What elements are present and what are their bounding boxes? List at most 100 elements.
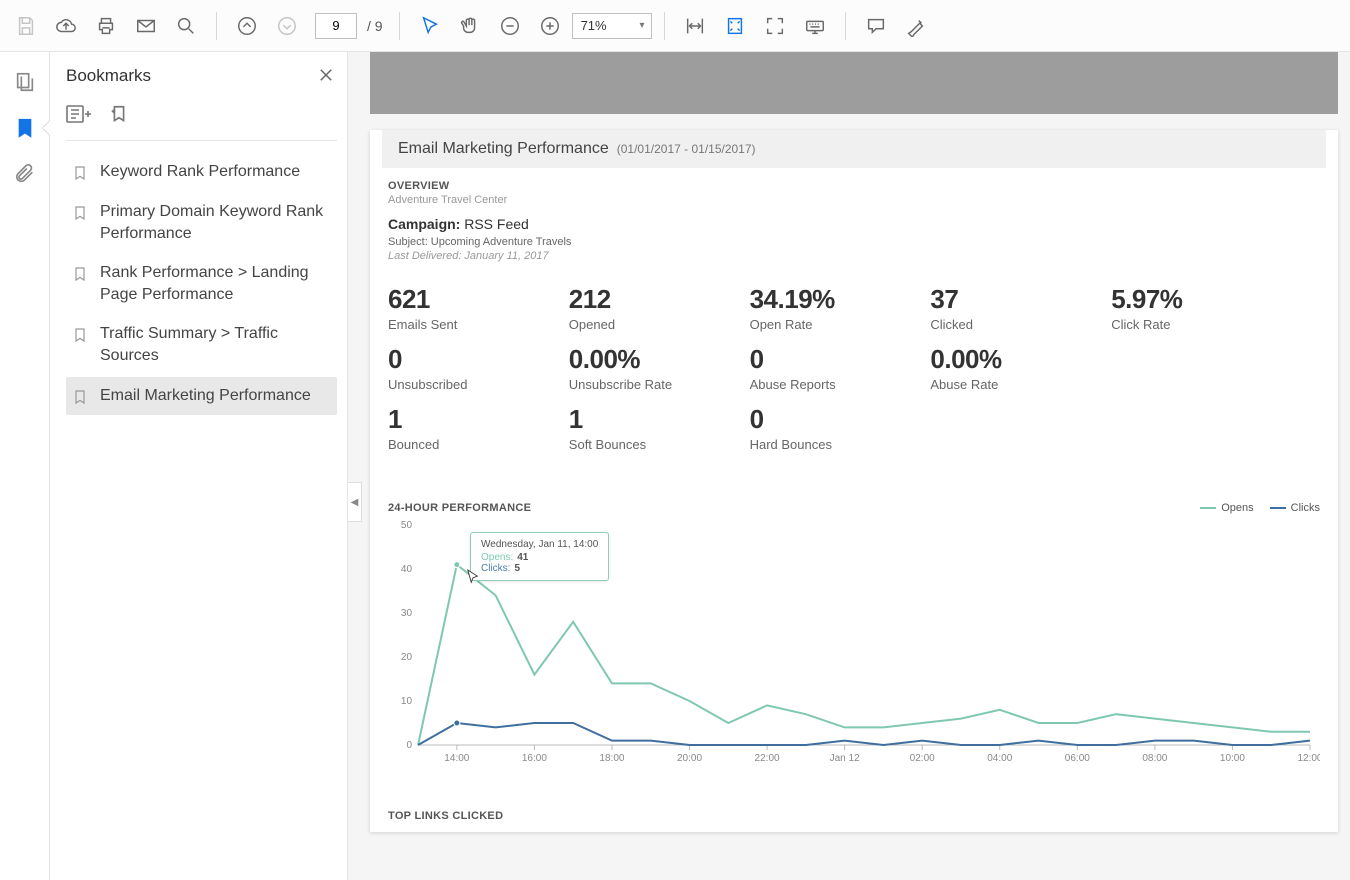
page-up-icon[interactable] [229, 8, 265, 44]
company-name: Adventure Travel Center [388, 194, 1320, 206]
svg-text:06:00: 06:00 [1065, 753, 1090, 764]
cursor-icon [466, 568, 480, 586]
performance-chart: 0102030405014:0016:0018:0020:0022:00Jan … [388, 520, 1320, 770]
bookmarks-icon[interactable] [11, 114, 39, 142]
bookmark-item[interactable]: Keyword Rank Performance [66, 153, 337, 191]
svg-text:20:00: 20:00 [677, 753, 702, 764]
chart-tooltip: Wednesday, Jan 11, 14:00 Opens:41 Clicks… [470, 532, 609, 581]
metric-value: 1 [388, 404, 549, 435]
metric-value: 0.00% [930, 344, 1091, 375]
svg-text:20: 20 [401, 652, 413, 663]
highlight-icon[interactable] [898, 8, 934, 44]
metric: 0 Hard Bounces [750, 404, 911, 452]
svg-text:50: 50 [401, 520, 413, 531]
svg-text:30: 30 [401, 608, 413, 619]
keyboard-icon[interactable] [797, 8, 833, 44]
search-icon[interactable] [168, 8, 204, 44]
toolbar: / 9 71% [0, 0, 1350, 52]
bookmark-item[interactable]: Email Marketing Performance [66, 377, 337, 415]
attachments-icon[interactable] [11, 160, 39, 188]
bookmark-icon [72, 203, 90, 223]
bookmark-item[interactable]: Traffic Summary > Traffic Sources [66, 315, 337, 374]
bookmark-label: Primary Domain Keyword Rank Performance [100, 201, 331, 244]
bookmarks-panel: Bookmarks Keyword Rank PerformancePrimar… [50, 52, 348, 880]
page-total-label: / 9 [367, 18, 383, 34]
metric-label: Unsubscribe Rate [569, 377, 730, 392]
metric-label: Emails Sent [388, 317, 549, 332]
metric-label: Bounced [388, 437, 549, 452]
metric-value: 0 [388, 344, 549, 375]
previous-page-edge [370, 52, 1338, 114]
svg-text:02:00: 02:00 [910, 753, 935, 764]
print-icon[interactable] [88, 8, 124, 44]
bookmark-icon [72, 264, 90, 284]
thumbnails-icon[interactable] [11, 68, 39, 96]
zoom-in-icon[interactable] [532, 8, 568, 44]
bookmark-item[interactable]: Rank Performance > Landing Page Performa… [66, 254, 337, 313]
bookmark-label: Keyword Rank Performance [100, 161, 300, 183]
bookmark-label: Traffic Summary > Traffic Sources [100, 323, 331, 366]
metric: 5.97% Click Rate [1111, 284, 1272, 332]
campaign-line: Campaign: RSS Feed [388, 216, 1320, 232]
bookmark-icon [72, 325, 90, 345]
metric-label: Clicked [930, 317, 1091, 332]
pdf-page: Email Marketing Performance (01/01/2017 … [370, 130, 1338, 832]
metric: 621 Emails Sent [388, 284, 549, 332]
metric-label: Hard Bounces [750, 437, 911, 452]
select-tool-icon[interactable] [412, 8, 448, 44]
metric-label: Open Rate [750, 317, 911, 332]
metric-value: 37 [930, 284, 1091, 315]
comment-icon[interactable] [858, 8, 894, 44]
metric-label: Opened [569, 317, 730, 332]
bookmark-icon [72, 387, 90, 407]
bookmark-item[interactable]: Primary Domain Keyword Rank Performance [66, 193, 337, 252]
metric: 0 Unsubscribed [388, 344, 549, 392]
collapse-sidebar-icon[interactable]: ◀ [348, 482, 362, 522]
cloud-upload-icon[interactable] [48, 8, 84, 44]
overview-label: OVERVIEW [388, 180, 1320, 192]
metric-value: 5.97% [1111, 284, 1272, 315]
svg-text:16:00: 16:00 [522, 753, 547, 764]
zoom-out-icon[interactable] [492, 8, 528, 44]
fit-width-icon[interactable] [677, 8, 713, 44]
metric: 0Abuse Reports [750, 344, 911, 392]
document-viewer[interactable]: ◀ Email Marketing Performance (01/01/201… [348, 52, 1350, 880]
report-date-range: (01/01/2017 - 01/15/2017) [617, 142, 756, 156]
metric: 1Soft Bounces [569, 404, 730, 452]
metric: 37 Clicked [930, 284, 1091, 332]
close-panel-icon[interactable] [317, 66, 337, 86]
metric: 1 Bounced [388, 404, 549, 452]
metric-value: 212 [569, 284, 730, 315]
svg-text:22:00: 22:00 [755, 753, 780, 764]
svg-text:12:00: 12:00 [1297, 753, 1320, 764]
toplinks-title: TOP LINKS CLICKED [388, 810, 1320, 822]
chart-title: 24-HOUR PERFORMANCE [388, 502, 531, 514]
bookmark-label: Email Marketing Performance [100, 385, 311, 407]
zoom-select[interactable]: 71% [572, 13, 652, 39]
hand-tool-icon[interactable] [452, 8, 488, 44]
metric-value: 0 [750, 404, 911, 435]
page-number-input[interactable] [315, 13, 357, 39]
bookmark-options-icon[interactable] [66, 104, 94, 128]
metric-value: 0 [750, 344, 911, 375]
fit-page-icon[interactable] [717, 8, 753, 44]
metric-value: 1 [569, 404, 730, 435]
fullscreen-icon[interactable] [757, 8, 793, 44]
svg-text:40: 40 [401, 564, 413, 575]
svg-text:Jan 12: Jan 12 [830, 753, 860, 764]
page-down-icon[interactable] [269, 8, 305, 44]
svg-text:0: 0 [406, 740, 412, 751]
new-bookmark-icon[interactable] [108, 104, 136, 128]
metric: 212 Opened [569, 284, 730, 332]
nav-rail [0, 52, 50, 880]
metric-value: 621 [388, 284, 549, 315]
metric-value: 0.00% [569, 344, 730, 375]
bookmark-icon [72, 163, 90, 183]
metric-label: Unsubscribed [388, 377, 549, 392]
email-icon[interactable] [128, 8, 164, 44]
metric-label: Abuse Rate [930, 377, 1091, 392]
metric: 34.19%Open Rate [750, 284, 911, 332]
metric: 0.00% Abuse Rate [930, 344, 1091, 392]
save-icon[interactable] [8, 8, 44, 44]
metric-label: Click Rate [1111, 317, 1272, 332]
